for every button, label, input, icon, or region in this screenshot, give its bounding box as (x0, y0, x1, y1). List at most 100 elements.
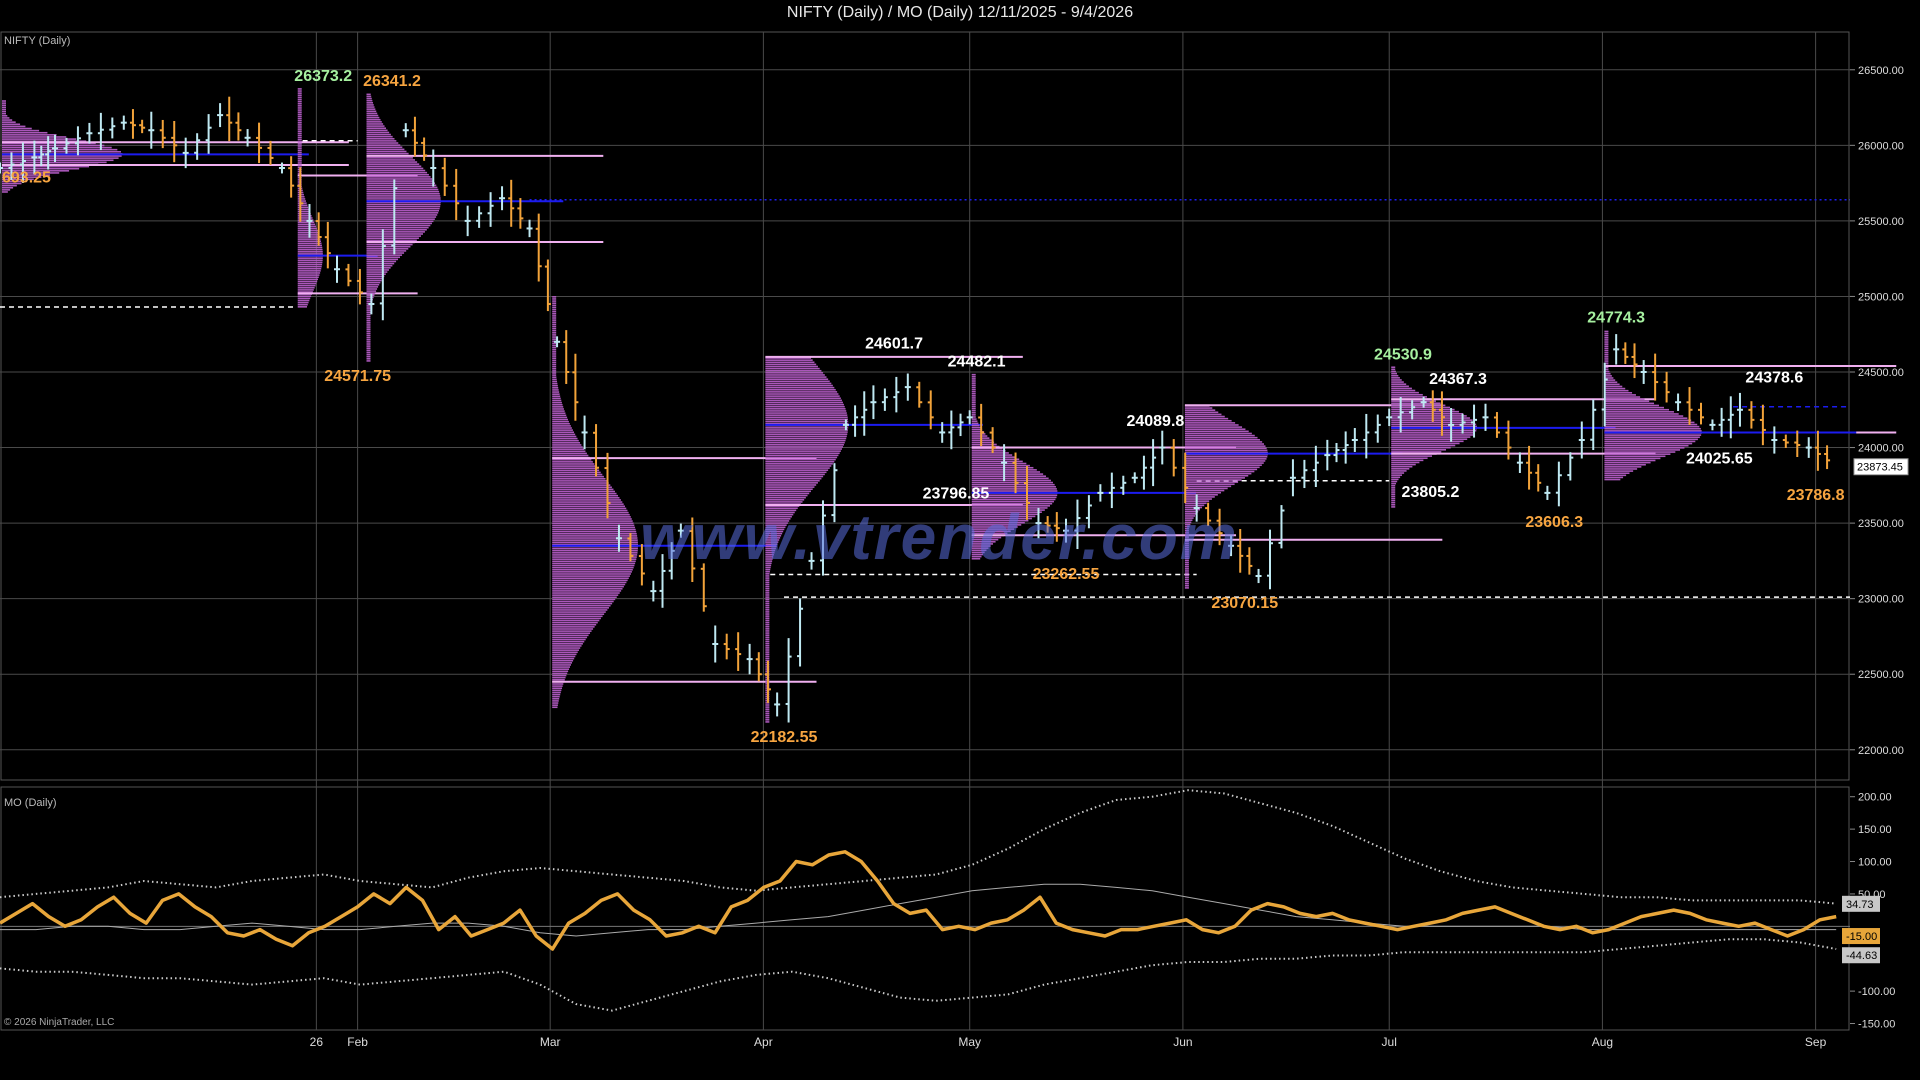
current-price-label: 23873.45 (1857, 462, 1903, 474)
profile-row (366, 125, 385, 127)
profile-row (297, 102, 302, 105)
profile-row (366, 180, 434, 182)
profile-row (297, 149, 302, 152)
profile-row (366, 324, 371, 326)
mo-tick-label: -100.00 (1858, 986, 1895, 998)
profile-row (552, 556, 637, 558)
profile-row (765, 617, 770, 620)
profile-row (366, 192, 440, 195)
profile-row (552, 649, 579, 651)
x-tick-label: Apr (754, 1035, 773, 1049)
profile-row (552, 604, 611, 607)
profile-row (552, 513, 630, 516)
profile-row (297, 94, 302, 97)
profile-row (552, 698, 560, 700)
profile-row (297, 227, 317, 230)
profile-row (297, 92, 302, 94)
profile-row (366, 226, 429, 229)
profile-row (1391, 470, 1407, 472)
profile-row (765, 721, 770, 723)
profile-row (1604, 360, 1609, 362)
profile-row (552, 484, 611, 486)
profile-row (552, 549, 638, 552)
profile-row (1391, 393, 1423, 396)
y-tick-label: 26000.00 (1858, 140, 1904, 152)
profile-row (552, 461, 593, 463)
profile-row (297, 100, 302, 103)
profile-row (971, 473, 1044, 475)
profile-row (552, 308, 557, 311)
profile-row (552, 503, 624, 505)
profile-row (765, 484, 817, 486)
profile-row (366, 148, 405, 151)
profile-row (297, 267, 322, 270)
profile-row (765, 704, 770, 706)
profile-row (297, 253, 323, 255)
profile-row (1604, 411, 1674, 413)
profile-row (552, 575, 630, 577)
profile-row (1184, 472, 1252, 475)
profile-row (971, 380, 976, 382)
profile-row (297, 111, 302, 113)
profile-row (2, 106, 6, 109)
profile-row (1604, 404, 1659, 407)
profile-row (1391, 495, 1396, 498)
profile-row (366, 150, 407, 153)
profile-row (971, 378, 976, 380)
profile-row (1184, 466, 1260, 469)
profile-row (297, 96, 302, 99)
profile-row (765, 367, 820, 370)
profile-row (1184, 468, 1258, 471)
profile-row (366, 264, 393, 267)
profile-row (366, 307, 371, 309)
profile-row (366, 195, 441, 197)
profile-row (1604, 440, 1696, 443)
mo-value-label: 34.73 (1846, 899, 1874, 911)
profile-row (1184, 458, 1267, 460)
profile-row (366, 188, 439, 191)
profile-row (1391, 366, 1396, 369)
profile-row (971, 479, 1051, 482)
profile-row (366, 347, 371, 350)
profile-row (552, 524, 635, 527)
profile-row (1604, 347, 1609, 350)
profile-row (552, 647, 581, 649)
profile-row (297, 124, 302, 126)
profile-row (297, 257, 323, 259)
profile-row (366, 243, 413, 246)
profile-row (552, 422, 570, 425)
profile-row (366, 260, 397, 263)
profile-row (1604, 444, 1689, 447)
profile-row (366, 220, 434, 223)
profile-row (971, 395, 976, 397)
profile-row (2, 186, 14, 189)
profile-row (366, 110, 377, 113)
profile-row (552, 587, 623, 590)
profile-row (366, 271, 388, 273)
profile-row (552, 676, 566, 679)
profile-row (366, 281, 381, 284)
profile-row (552, 391, 560, 393)
profile-row (1184, 424, 1239, 426)
profile-row (1391, 480, 1398, 483)
profile-row (366, 231, 425, 233)
profile-row (1184, 411, 1219, 414)
profile-row (2, 127, 32, 130)
profile-row (366, 131, 390, 134)
profile-row (552, 327, 557, 330)
profile-row (1184, 407, 1213, 409)
profile-row (765, 376, 827, 378)
profile-row (366, 209, 440, 212)
profile-row (366, 341, 371, 343)
profile-row (297, 117, 302, 120)
profile-row (1604, 408, 1670, 411)
profile-row (1604, 396, 1641, 398)
profile-row (1391, 497, 1396, 500)
profile-row (297, 107, 302, 109)
y-tick-label: 24500.00 (1858, 367, 1904, 379)
profile-row (1391, 374, 1399, 377)
price-annotation: 26341.2 (363, 73, 421, 90)
profile-row (1604, 423, 1698, 426)
profile-row (552, 433, 576, 436)
profile-row (552, 573, 631, 575)
